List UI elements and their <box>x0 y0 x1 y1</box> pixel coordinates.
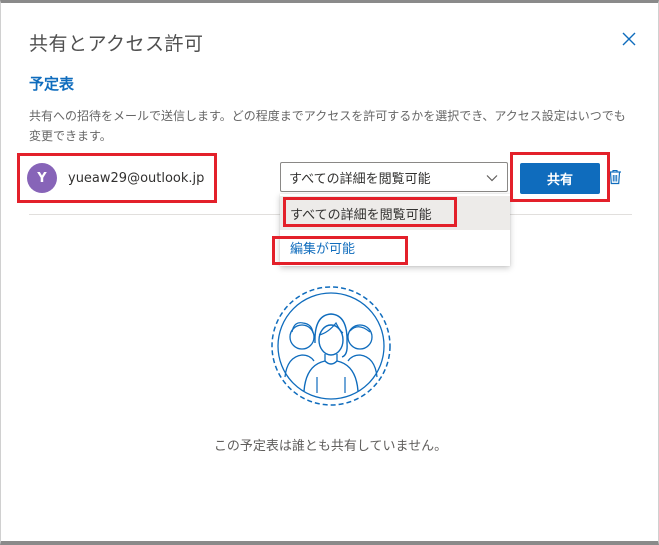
close-icon[interactable] <box>619 29 639 49</box>
calendar-section-title: 予定表 <box>29 75 75 93</box>
dialog-title: 共有とアクセス許可 <box>29 33 204 55</box>
highlight-edit-option <box>272 236 408 265</box>
highlight-view-all-option <box>283 197 457 227</box>
highlight-invitee <box>17 153 217 203</box>
trash-icon[interactable] <box>608 169 622 189</box>
empty-state-message: この予定表は誰とも共有していません。 <box>213 439 448 454</box>
share-description: 共有への招待をメールで送信します。どの程度までアクセスを許可するかを選択でき、ア… <box>29 109 626 143</box>
permission-select[interactable]: すべての詳細を閲覧可能 <box>280 162 508 192</box>
people-group-icon <box>270 285 392 407</box>
share-permissions-dialog: 共有とアクセス許可 予定表 共有への招待をメールで送信します。どの程度までアクセ… <box>0 0 659 545</box>
chevron-down-icon <box>485 171 499 189</box>
permission-selected-value: すべての詳細を閲覧可能 <box>289 171 431 187</box>
highlight-share-button <box>510 152 610 202</box>
